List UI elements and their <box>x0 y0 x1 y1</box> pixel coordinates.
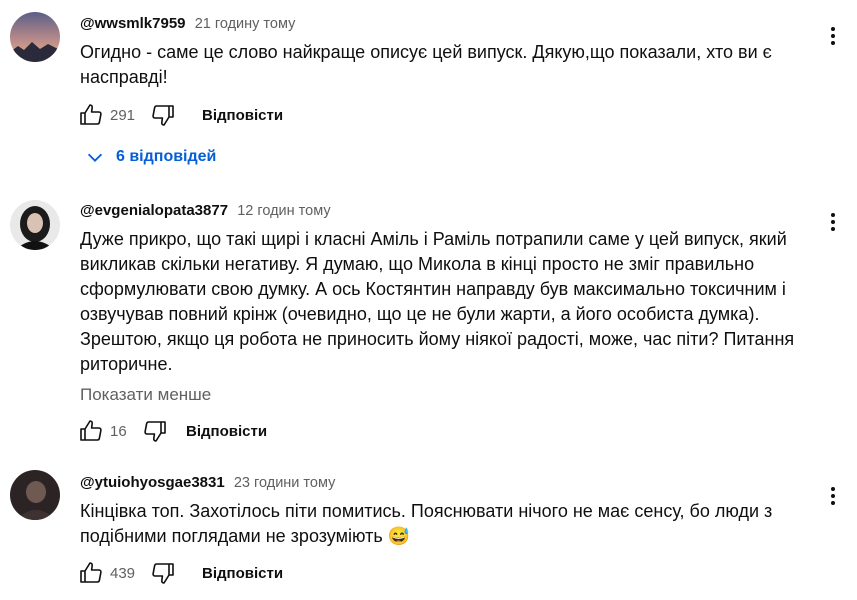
comment-header: @wwsmlk7959 21 годину тому <box>80 14 295 34</box>
like-icon <box>80 104 102 125</box>
like-button[interactable] <box>78 560 104 586</box>
dot <box>831 27 835 31</box>
avatar[interactable] <box>10 12 60 62</box>
dislike-button[interactable] <box>150 102 176 128</box>
like-count: 439 <box>110 564 136 582</box>
timestamp[interactable]: 21 годину тому <box>195 16 296 32</box>
dot <box>831 487 835 491</box>
reply-button[interactable]: Відповісти <box>186 423 267 440</box>
dislike-button[interactable] <box>142 418 168 444</box>
avatar[interactable] <box>10 470 60 520</box>
comment-3: @ytuiohyosgae3831 23 години тому Кінцівк… <box>0 462 857 600</box>
comment-actions: 439 Відповісти <box>78 558 283 588</box>
dislike-icon <box>152 563 174 584</box>
like-button[interactable] <box>78 102 104 128</box>
like-button[interactable] <box>78 418 104 444</box>
comment-header: @ytuiohyosgae3831 23 години тому <box>80 473 335 493</box>
comment-text: Дуже прикро, що такі щирі і класні Аміль… <box>80 229 795 374</box>
more-actions-button[interactable] <box>827 484 839 510</box>
dot <box>831 494 835 498</box>
avatar-image <box>10 12 60 62</box>
author-name[interactable]: @wwsmlk7959 <box>80 15 186 32</box>
reply-button[interactable]: Відповісти <box>202 107 283 124</box>
like-icon <box>80 420 102 441</box>
dislike-icon <box>144 421 166 442</box>
replies-count-label: 6 відповідей <box>116 148 217 165</box>
chevron-down-icon <box>87 153 103 162</box>
show-less-button[interactable]: Показати менше <box>80 385 211 405</box>
avatar-image <box>10 470 60 520</box>
more-actions-button[interactable] <box>827 210 839 236</box>
dot <box>831 34 835 38</box>
dislike-button[interactable] <box>150 560 176 586</box>
timestamp[interactable]: 12 годин тому <box>237 203 330 219</box>
dot <box>831 41 835 45</box>
avatar-image <box>10 200 60 250</box>
comment-text: Огидно - саме це слово найкраще описує ц… <box>80 42 772 87</box>
view-replies-button[interactable]: 6 відповідей <box>84 146 216 168</box>
dot <box>831 220 835 224</box>
comment-actions: 291 Відповісти <box>78 100 283 130</box>
comment-2: @evgenialopata3877 12 годин тому Дуже пр… <box>0 190 857 460</box>
comment-header: @evgenialopata3877 12 годин тому <box>80 201 331 221</box>
like-icon <box>80 562 102 583</box>
dot <box>831 501 835 505</box>
comment-text: Кінцівка топ. Захотілось піти помитись. … <box>80 501 773 546</box>
reply-button[interactable]: Відповісти <box>202 565 283 582</box>
comment-1: @wwsmlk7959 21 годину тому Огидно - саме… <box>0 0 857 180</box>
author-name[interactable]: @ytuiohyosgae3831 <box>80 474 225 491</box>
more-actions-button[interactable] <box>827 24 839 50</box>
timestamp[interactable]: 23 години тому <box>234 475 336 491</box>
author-name[interactable]: @evgenialopata3877 <box>80 202 228 219</box>
comment-actions: 16 Відповісти <box>78 416 267 446</box>
dot <box>831 213 835 217</box>
dot <box>831 227 835 231</box>
avatar[interactable] <box>10 200 60 250</box>
like-count: 16 <box>110 422 127 440</box>
dislike-icon <box>152 105 174 126</box>
like-count: 291 <box>110 106 136 124</box>
